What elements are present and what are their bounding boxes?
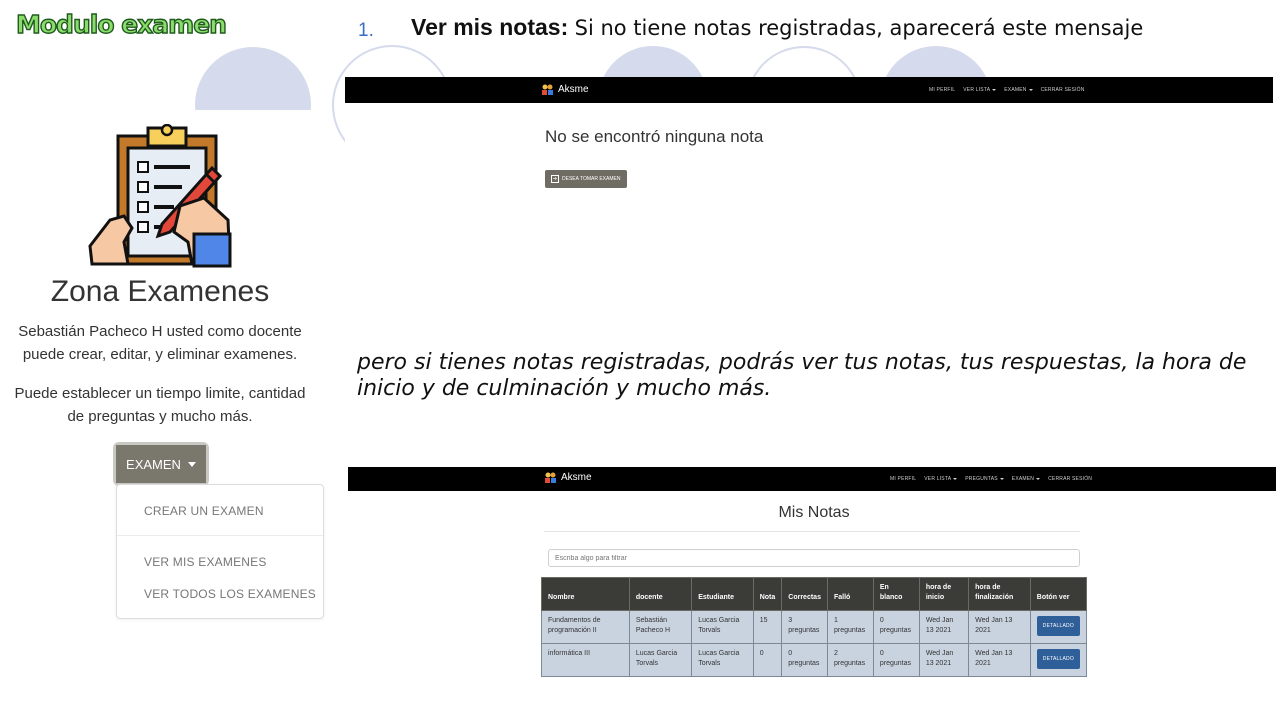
cell-failed: 2 preguntas	[826, 643, 874, 677]
column-header: Botón ver	[1029, 577, 1088, 611]
description-paragraph: pero si tienes notas registradas, podrás…	[357, 350, 1247, 401]
nav-logout[interactable]: CERRAR SESIÓN	[1048, 476, 1092, 482]
take-exam-button[interactable]: ➔ DESEA TOMAR EXAMEN	[545, 170, 627, 188]
notes-table: Nombre docente Estudiante Nota Correctas…	[541, 577, 1088, 677]
slide-title: Modulo examen	[15, 9, 227, 39]
table-row: informática III Lucas Garcia Torvals Luc…	[541, 643, 1088, 677]
column-header: Nota	[752, 577, 783, 611]
nav-logout[interactable]: CERRAR SESIÓN	[1041, 87, 1085, 93]
users-logo-icon	[545, 472, 556, 483]
cell-blank: 0 preguntas	[872, 643, 920, 677]
app-navbar: Aksme MI PERFIL VER LISTA PREGUNTAS EXAM…	[348, 467, 1276, 491]
cell-end-time: Wed Jan 13 2021	[968, 610, 1031, 644]
table-header-row: Nombre docente Estudiante Nota Correctas…	[541, 577, 1088, 611]
cell-grade: 0	[752, 643, 783, 677]
heading-rest: Si no tiene notas registradas, aparecerá…	[574, 16, 1144, 40]
caret-down-icon	[187, 461, 196, 467]
my-notes-title: Mis Notas	[778, 504, 850, 521]
menu-divider	[117, 535, 323, 536]
cell-grade: 15	[752, 610, 783, 644]
caret-down-icon	[1036, 478, 1041, 480]
step-heading: Ver mis notas: Si no tiene notas registr…	[411, 14, 1271, 41]
take-exam-label: DESEA TOMAR EXAMEN	[562, 176, 621, 182]
menu-item-create-exam[interactable]: CREAR UN EXAMEN	[144, 504, 264, 518]
brand[interactable]: Aksme	[544, 471, 592, 484]
cell-correct: 3 preguntas	[781, 610, 828, 644]
caret-down-icon	[999, 478, 1004, 480]
cell-start-time: Wed Jan 13 2021	[918, 610, 970, 644]
menu-item-my-exams[interactable]: VER MIS EXAMENES	[144, 555, 267, 569]
nav-my-profile[interactable]: MI PERFIL	[890, 476, 916, 482]
zone-description-1: Sebastián Pacheco H usted como docente p…	[18, 323, 302, 363]
cell-course: Fundamentos de programación II	[541, 610, 630, 644]
caret-down-icon	[992, 89, 997, 91]
brand-label: Aksme	[561, 472, 592, 483]
cell-action: DETALLADO	[1029, 610, 1088, 644]
cell-failed: 1 preguntas	[826, 610, 874, 644]
heading-bold: Ver mis notas:	[411, 14, 569, 40]
arrow-right-icon: ➔	[551, 175, 559, 183]
nav-my-profile[interactable]: MI PERFIL	[929, 87, 955, 93]
nav-view-list[interactable]: VER LISTA	[924, 476, 958, 482]
exam-zone-panel: Zona Examenes Sebastián Pacheco H usted …	[0, 110, 324, 670]
detail-button[interactable]: DETALLADO	[1036, 649, 1080, 669]
exam-dropdown-button[interactable]: EXAMEN	[116, 445, 206, 483]
cell-student: Lucas Garcia Torvals	[691, 643, 754, 677]
cell-correct: 0 preguntas	[781, 643, 828, 677]
zone-description-2: Puede establecer un tiempo limite, canti…	[14, 385, 306, 425]
table-row: Fundamentos de programación II Sebastián…	[541, 610, 1088, 644]
nav-exam[interactable]: EXAMEN	[1012, 476, 1041, 482]
app-navbar: Aksme MI PERFIL VER LISTA EXAMEN CERRAR …	[345, 77, 1273, 103]
menu-item-all-exams[interactable]: VER TODOS LOS EXAMENES	[144, 587, 316, 601]
users-logo-icon	[542, 84, 553, 95]
column-header: hora de inicio	[918, 577, 970, 611]
no-notes-message: No se encontró ninguna nota	[545, 127, 764, 146]
cell-end-time: Wed Jan 13 2021	[968, 643, 1031, 677]
column-header: En blanco	[872, 577, 920, 611]
exam-button-label: EXAMEN	[126, 456, 181, 472]
exam-dropdown-menu: CREAR UN EXAMEN VER MIS EXAMENES VER TOD…	[116, 484, 324, 619]
clipboard-icon	[88, 124, 232, 268]
filter-input[interactable]	[548, 549, 1080, 567]
zone-title: Zona Examenes	[50, 275, 270, 308]
column-header: Correctas	[781, 577, 828, 611]
cell-blank: 0 preguntas	[872, 610, 920, 644]
screenshot-my-notes: Aksme MI PERFIL VER LISTA PREGUNTAS EXAM…	[348, 467, 1276, 707]
cell-start-time: Wed Jan 13 2021	[918, 643, 970, 677]
cell-teacher: Sebastián Pacheco H	[628, 610, 693, 644]
cell-student: Lucas Garcia Torvals	[691, 610, 754, 644]
column-header: Nombre	[541, 577, 630, 611]
nav-exam[interactable]: EXAMEN	[1004, 87, 1033, 93]
caret-down-icon	[953, 478, 958, 480]
caret-down-icon	[1028, 89, 1033, 91]
brand[interactable]: Aksme	[541, 83, 589, 96]
step-number: 1.	[358, 20, 374, 41]
column-header: Falló	[826, 577, 874, 611]
exam-dropdown-focus-ring: EXAMEN	[113, 442, 209, 486]
column-header: Estudiante	[691, 577, 754, 611]
nav-links: MI PERFIL VER LISTA PREGUNTAS EXAMEN CER…	[890, 476, 1092, 482]
cell-action: DETALLADO	[1029, 643, 1088, 677]
brand-label: Aksme	[558, 84, 589, 95]
title-divider	[544, 531, 1080, 532]
detail-button[interactable]: DETALLADO	[1036, 616, 1080, 636]
nav-view-list[interactable]: VER LISTA	[963, 87, 997, 93]
nav-questions[interactable]: PREGUNTAS	[965, 476, 1004, 482]
column-header: hora de finalización	[968, 577, 1031, 611]
cell-course: informática III	[541, 643, 630, 677]
screenshot-no-notes: Aksme MI PERFIL VER LISTA EXAMEN CERRAR …	[345, 77, 1273, 317]
nav-links: MI PERFIL VER LISTA EXAMEN CERRAR SESIÓN	[929, 87, 1085, 93]
cell-teacher: Lucas Garcia Torvals	[628, 643, 693, 677]
column-header: docente	[628, 577, 693, 611]
